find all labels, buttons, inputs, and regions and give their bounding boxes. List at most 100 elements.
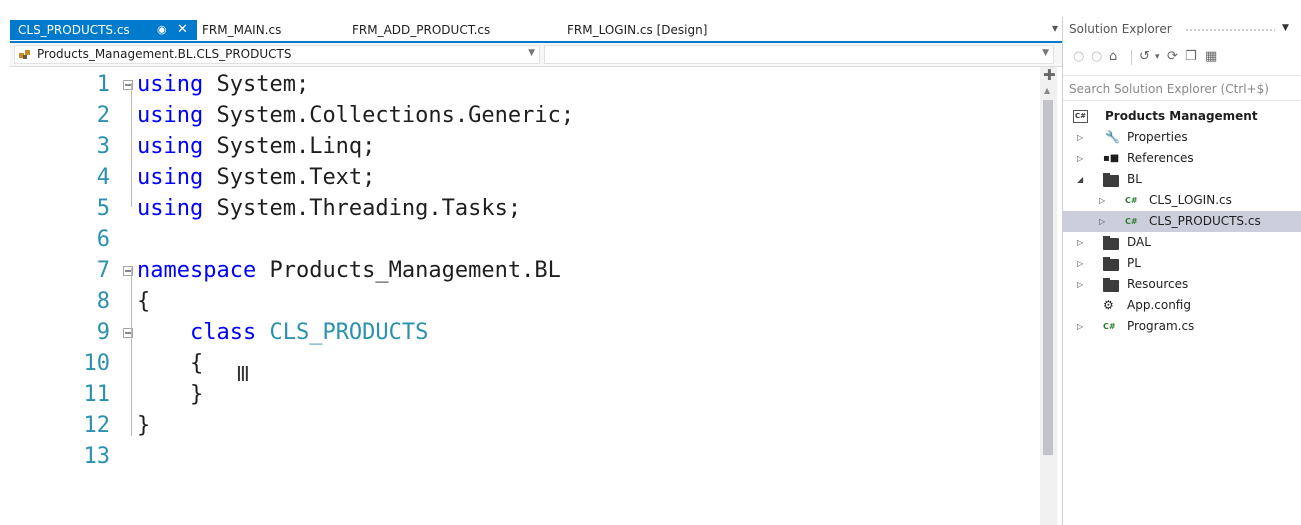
chevron-down-icon[interactable]: ▾ [1155, 49, 1160, 65]
code-token: { [137, 289, 151, 314]
code-line[interactable]: 8{ [10, 286, 1040, 317]
scroll-up-icon[interactable]: ▲ [1044, 86, 1050, 95]
forward-icon[interactable]: ○ [1091, 49, 1102, 65]
code-text: namespace Products_Management.BL [137, 255, 561, 286]
tree-item-app-config[interactable]: ⚙ App.config [1063, 295, 1301, 316]
code-text: using System.Threading.Tasks; [137, 193, 521, 224]
code-line[interactable]: 2 using System.Collections.Generic; [10, 100, 1040, 131]
code-line[interactable]: 13 [10, 441, 1040, 472]
split-window-icon[interactable]: ✚ [1043, 68, 1056, 83]
expand-arrow-icon[interactable]: ▷ [1077, 253, 1083, 274]
code-token: System; [203, 72, 310, 97]
tab-label: FRM_LOGIN.cs [Design] [567, 23, 708, 37]
line-number: 3 [96, 134, 110, 159]
config-file-icon: ⚙ [1103, 298, 1114, 312]
csharp-project-icon: C# [1073, 110, 1088, 123]
code-type-name: CLS_PRODUCTS [256, 320, 429, 345]
back-icon[interactable]: ○ [1073, 49, 1084, 65]
code-keyword: namespace [137, 258, 257, 283]
tree-item-products-management[interactable]: C# Products Management [1063, 106, 1301, 127]
code-keyword: using [137, 72, 204, 97]
code-token: Products_Management.BL [256, 258, 561, 283]
tab-frm-main[interactable]: FRM_MAIN.cs [202, 20, 281, 40]
home-icon[interactable]: ⌂ [1109, 49, 1117, 65]
tab-cls-products[interactable]: CLS_PRODUCTS.cs ◉ ✕ [10, 20, 197, 40]
code-editor[interactable]: 1 using System; 2 using System.Collections.… [10, 67, 1040, 525]
code-keyword: using [137, 103, 204, 128]
sync-icon[interactable]: ↺ [1139, 49, 1150, 65]
refresh-icon[interactable]: ⟳ [1167, 49, 1178, 65]
editor-vertical-scrollbar[interactable]: ✚ ▲ [1040, 67, 1057, 525]
code-line[interactable]: 3 using System.Linq; [10, 131, 1040, 162]
code-line[interactable]: 5 using System.Threading.Tasks; [10, 193, 1040, 224]
code-line[interactable]: 9 class CLS_PRODUCTS [10, 317, 1040, 348]
tree-item-resources[interactable]: ▷ Resources [1063, 274, 1301, 295]
code-line[interactable]: 4 using System.Text; [10, 162, 1040, 193]
expand-arrow-icon[interactable]: ▷ [1077, 232, 1083, 253]
class-icon [19, 50, 30, 59]
code-text: { [137, 286, 150, 317]
text-cursor-icon: Ⅲ [236, 362, 250, 386]
line-number: 7 [96, 258, 110, 283]
drag-grip[interactable] [1185, 28, 1275, 33]
block-guide [131, 83, 132, 207]
code-line[interactable]: 6 [10, 224, 1040, 255]
code-line[interactable]: 12} [10, 410, 1040, 441]
code-keyword: class [137, 320, 257, 345]
tree-item-cls-login[interactable]: ▷ C# CLS_LOGIN.cs [1063, 190, 1301, 211]
pin-icon[interactable]: ◉ [157, 20, 167, 40]
tab-frm-add-product[interactable]: FRM_ADD_PRODUCT.cs [352, 20, 490, 40]
code-token: } [137, 382, 204, 407]
tree-item-program[interactable]: ▷ C# Program.cs [1063, 316, 1301, 337]
tree-item-properties[interactable]: ▷ 🔧 Properties [1063, 127, 1301, 148]
tree-item-label: References [1127, 151, 1194, 165]
csharp-file-icon: C# [1125, 217, 1138, 226]
tab-frm-login-design[interactable]: FRM_LOGIN.cs [Design] [567, 20, 707, 40]
solution-explorer-panel: Solution Explorer ▼ ○ ○ ⌂ ↺ ▾ ⟳ ❐ ▦ C# P… [1062, 17, 1301, 525]
code-line[interactable]: 7 namespace Products_Management.BL [10, 255, 1040, 286]
expand-arrow-icon[interactable]: ▷ [1099, 211, 1105, 232]
code-text: } [137, 410, 150, 441]
solution-search-input[interactable] [1069, 80, 1295, 98]
close-icon[interactable]: ✕ [177, 20, 188, 40]
tree-item-bl[interactable]: ◢ BL [1063, 169, 1301, 190]
expand-arrow-icon[interactable]: ▷ [1099, 190, 1105, 211]
code-line[interactable]: 1 using System; [10, 69, 1040, 100]
tree-item-cls-products[interactable]: ▷ C# CLS_PRODUCTS.cs [1063, 211, 1301, 232]
collapse-arrow-icon[interactable]: ◢ [1077, 169, 1083, 190]
tab-dropdown-icon[interactable]: ▾ [1048, 21, 1062, 37]
line-number: 13 [83, 444, 111, 469]
expand-arrow-icon[interactable]: ▷ [1077, 127, 1083, 148]
expand-arrow-icon[interactable]: ▷ [1077, 148, 1083, 169]
expand-arrow-icon[interactable]: ▷ [1077, 316, 1083, 337]
solution-explorer-header: Solution Explorer ▼ [1063, 17, 1301, 43]
tree-item-label: PL [1127, 256, 1141, 270]
tree-item-pl[interactable]: ▷ PL [1063, 253, 1301, 274]
code-text: using System.Text; [137, 162, 375, 193]
csharp-file-icon: C# [1125, 196, 1138, 205]
line-number: 9 [96, 320, 110, 345]
document-tab-strip: CLS_PRODUCTS.cs ◉ ✕ FRM_MAIN.cs FRM_ADD_… [10, 19, 1062, 41]
tree-item-dal[interactable]: ▷ DAL [1063, 232, 1301, 253]
code-text: using System.Collections.Generic; [137, 100, 574, 131]
tree-item-label: CLS_PRODUCTS.cs [1149, 214, 1261, 228]
code-token: System.Linq; [203, 134, 376, 159]
tree-item-references[interactable]: ▷ ▪■ References [1063, 148, 1301, 169]
code-token: System.Text; [203, 165, 376, 190]
code-line[interactable]: 10 { [10, 348, 1040, 379]
chevron-down-icon: ▼ [528, 48, 535, 58]
code-line[interactable]: 11 } [10, 379, 1040, 410]
panel-menu-icon[interactable]: ▼ [1282, 23, 1289, 33]
show-all-files-icon[interactable]: ▦ [1205, 49, 1217, 65]
type-scope-dropdown[interactable]: Products_Management.BL.CLS_PRODUCTS ▼ [14, 45, 540, 64]
expand-arrow-icon[interactable]: ▷ [1077, 274, 1083, 295]
code-token: { [137, 351, 204, 376]
member-scope-dropdown[interactable]: ▼ [544, 45, 1054, 64]
scrollbar-thumb[interactable] [1043, 100, 1053, 455]
line-number: 1 [96, 72, 110, 97]
csharp-file-icon: C# [1103, 322, 1116, 331]
collapse-all-icon[interactable]: ❐ [1185, 49, 1197, 65]
code-text: class CLS_PRODUCTS [137, 317, 428, 348]
code-text: { [137, 348, 203, 379]
block-guide [131, 268, 132, 436]
